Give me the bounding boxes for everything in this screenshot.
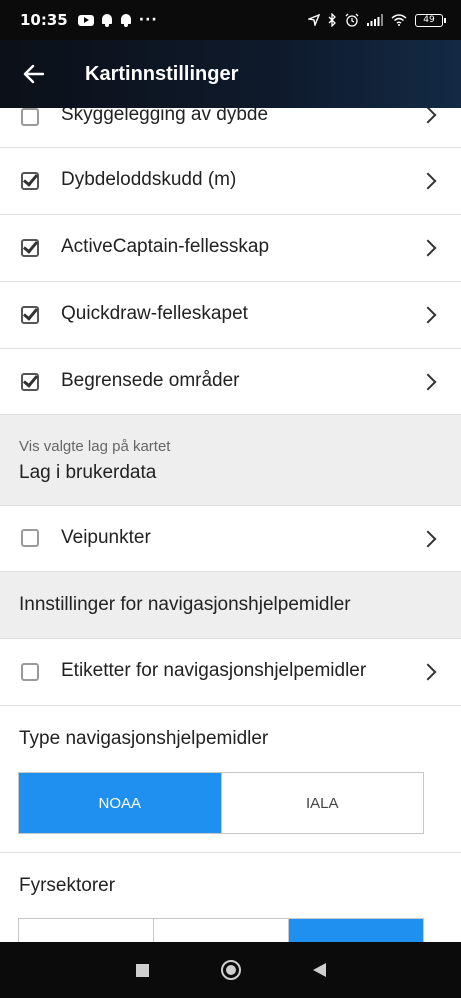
light-sectors-segmented-control	[18, 918, 424, 942]
divider	[0, 852, 461, 853]
status-system-icons: 49	[308, 13, 446, 27]
setting-row-waypoints[interactable]: Veipunkter	[0, 506, 461, 572]
chevron-right-icon	[419, 172, 437, 190]
wifi-icon	[391, 14, 407, 26]
section-user-data: Vis valgte lag på kartet Lag i brukerdat…	[0, 415, 461, 506]
segment-noaa[interactable]: NOAA	[19, 773, 221, 833]
status-notifications: ···	[77, 12, 158, 28]
status-time: 10:35	[20, 11, 68, 29]
setting-row-activecaptain[interactable]: ActiveCaptain-fellesskap	[0, 215, 461, 282]
more-notifications-icon: ···	[138, 12, 158, 28]
notification-bell-icon	[101, 13, 113, 27]
setting-label: Dybdeloddskudd (m)	[61, 169, 237, 190]
chevron-right-icon	[419, 108, 437, 124]
light-sectors-title: Fyrsektorer	[19, 875, 116, 896]
back-button[interactable]	[0, 40, 66, 108]
checkbox[interactable]	[21, 663, 39, 681]
alarm-icon	[345, 13, 359, 27]
setting-label: Quickdraw-felleskapet	[61, 303, 248, 324]
checkbox[interactable]	[21, 306, 39, 324]
chevron-right-icon	[419, 663, 437, 681]
app-bar: Kartinnstillinger	[0, 40, 461, 108]
system-back-button[interactable]	[312, 963, 326, 977]
checkbox[interactable]	[21, 172, 39, 190]
nav-aid-type-title: Type navigasjonshjelpemidler	[19, 728, 269, 749]
setting-label: Veipunkter	[61, 527, 151, 548]
home-button[interactable]	[220, 960, 241, 980]
setting-label: ActiveCaptain-fellesskap	[61, 236, 270, 257]
setting-label: Skyggelegging av dybde	[61, 108, 269, 125]
checkbox[interactable]	[21, 373, 39, 391]
system-nav-bar	[0, 942, 461, 998]
recents-button[interactable]	[135, 963, 149, 977]
section-heading: Innstillinger for navigasjonshjelpemidle…	[19, 594, 351, 615]
status-bar: 10:35 ··· 49	[0, 0, 461, 40]
bluetooth-icon	[328, 13, 336, 27]
chevron-right-icon	[419, 373, 437, 391]
battery-icon: 49	[415, 13, 446, 27]
chevron-right-icon	[419, 306, 437, 324]
checkbox[interactable]	[21, 529, 39, 547]
setting-row-spot-soundings[interactable]: Dybdeloddskudd (m)	[0, 148, 461, 215]
youtube-icon	[77, 14, 94, 26]
section-nav-aids: Innstillinger for navigasjonshjelpemidle…	[0, 572, 461, 639]
section-caption: Vis valgte lag på kartet	[19, 438, 171, 455]
chevron-right-icon	[419, 530, 437, 548]
signal-icon	[367, 14, 383, 26]
nav-aid-type-segmented-control: NOAA IALA	[18, 772, 424, 834]
setting-row-quickdraw[interactable]: Quickdraw-felleskapet	[0, 282, 461, 349]
setting-row-nav-aid-labels[interactable]: Etiketter for navigasjonshjelpemidler	[0, 639, 461, 706]
location-icon	[308, 14, 320, 26]
setting-label: Begrensede områder	[61, 370, 240, 391]
section-heading: Lag i brukerdata	[19, 462, 157, 483]
setting-row-restricted-areas[interactable]: Begrensede områder	[0, 349, 461, 415]
arrow-left-icon	[23, 64, 44, 84]
chevron-right-icon	[419, 239, 437, 257]
settings-list[interactable]: Skyggelegging av dybde Dybdeloddskudd (m…	[0, 108, 461, 942]
checkbox[interactable]	[21, 108, 39, 126]
notification-bell-icon-2	[120, 13, 132, 27]
segment-option-2[interactable]	[153, 919, 288, 942]
page-title: Kartinnstillinger	[85, 62, 239, 85]
setting-label: Etiketter for navigasjonshjelpemidler	[61, 660, 367, 681]
checkbox[interactable]	[21, 239, 39, 257]
segment-option-1[interactable]	[19, 919, 153, 942]
setting-row-depth-shading[interactable]: Skyggelegging av dybde	[0, 108, 461, 148]
segment-iala[interactable]: IALA	[220, 773, 424, 833]
segment-option-3[interactable]	[288, 919, 423, 942]
